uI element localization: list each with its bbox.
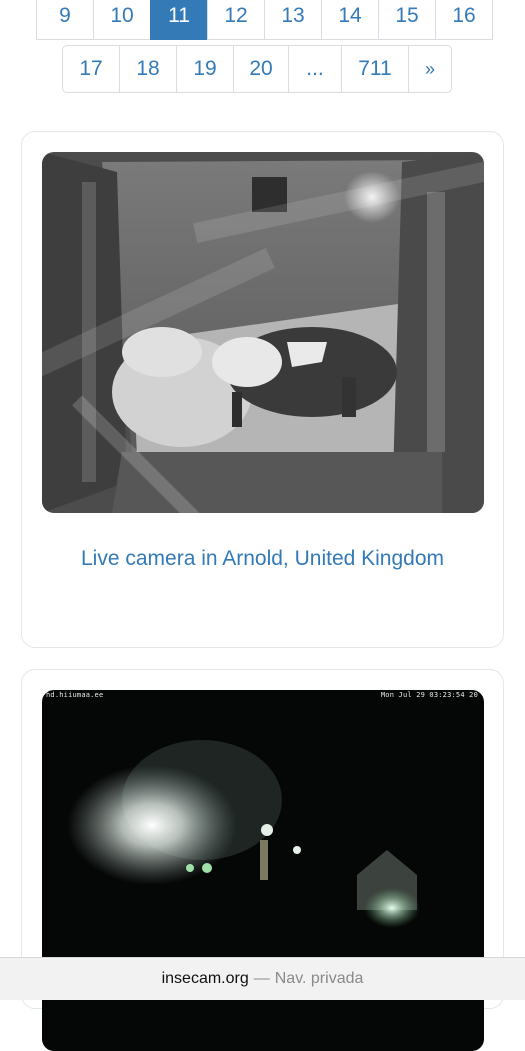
page-link-11-current[interactable]: 11 — [150, 0, 208, 40]
page-link-15[interactable]: 15 — [378, 0, 436, 40]
camera-location-link[interactable]: Live camera in Arnold, United Kingdom — [22, 547, 503, 571]
page-link-16[interactable]: 16 — [435, 0, 493, 40]
camera-card: Live camera in Arnold, United Kingdom — [21, 131, 504, 648]
page-link-13[interactable]: 13 — [264, 0, 322, 40]
pagination-row-1: 9 10 11 12 13 14 15 16 — [36, 0, 493, 40]
browser-domain: insecam.org — [161, 970, 249, 987]
camera-overlay-source: hd.hiiumaa.ee — [46, 691, 104, 699]
page-link-14[interactable]: 14 — [321, 0, 379, 40]
page-link-19[interactable]: 19 — [176, 45, 234, 93]
camera-overlay-timestamp: Mon Jul 29 03:23:54 20 — [380, 691, 478, 699]
browser-separator: — — [253, 970, 270, 987]
page-link-18[interactable]: 18 — [119, 45, 177, 93]
page-link-20[interactable]: 20 — [233, 45, 289, 93]
browser-address-bar[interactable]: insecam.org — Nav. privada — [0, 957, 525, 1000]
next-page-button[interactable]: » — [408, 45, 452, 93]
page-link-12[interactable]: 12 — [207, 0, 265, 40]
private-browsing-label: Nav. privada — [274, 970, 364, 987]
page-link-17[interactable]: 17 — [62, 45, 120, 93]
pagination-row-2: 17 18 19 20 ... 711 » — [62, 45, 452, 93]
page-ellipsis: ... — [288, 45, 342, 93]
page-link-10[interactable]: 10 — [93, 0, 151, 40]
page-link-9[interactable]: 9 — [36, 0, 94, 40]
camera-thumbnail-stable[interactable] — [42, 152, 484, 513]
page-link-711[interactable]: 711 — [341, 45, 409, 93]
